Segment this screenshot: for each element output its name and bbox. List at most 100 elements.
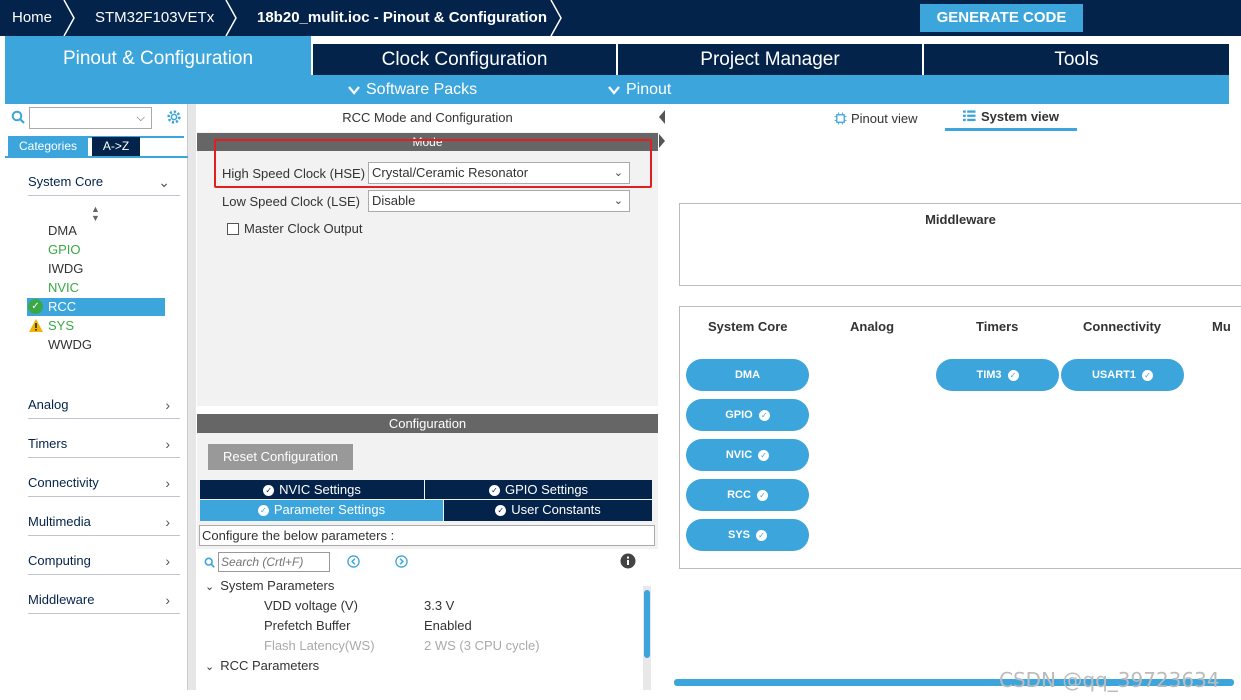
highlight-box [214,139,652,188]
tab-nvic-settings[interactable]: ✓ NVIC Settings [200,480,424,499]
left-panel-scrollbar[interactable] [188,104,196,690]
list-icon [962,110,976,122]
lse-select[interactable]: Disable ⌄ [368,190,630,212]
peripheral-pill[interactable]: SYS ✓ [686,519,809,551]
collapse-arrows-icon[interactable] [658,104,666,154]
peripheral-item[interactable]: DMA [48,222,77,240]
info-icon[interactable] [620,553,636,569]
search-icon [204,557,215,568]
category-middleware[interactable]: Middleware › [28,587,180,614]
peripheral-label: DMA [48,223,77,238]
lse-label: Low Speed Clock (LSE) [222,194,361,209]
column-truncated: Mu [1212,319,1231,334]
pill-label: RCC [727,489,751,501]
peripheral-pill[interactable]: RCC ✓ [686,479,809,511]
category-label: Middleware [28,592,95,607]
category-analog[interactable]: Analog › [28,392,180,419]
gear-icon[interactable] [165,108,183,126]
previous-icon[interactable] [347,555,360,568]
middleware-box: Middleware [679,203,1241,286]
reset-configuration-button[interactable]: Reset Configuration [208,444,353,470]
category-timers[interactable]: Timers › [28,431,180,458]
pinout-view-tab[interactable]: Pinout view [834,111,917,126]
peripheral-label: SYS [48,318,75,333]
vertical-splitter[interactable] [658,104,666,690]
parameter-name: VDD voltage (V) [264,598,358,613]
tab-label: Parameter Settings [273,502,386,517]
pinout-label: Pinout [626,81,672,98]
mode-panel: RCC Mode and Configuration Mode High Spe… [197,104,658,406]
breadcrumb-file[interactable]: 18b20_mulit.ioc - Pinout & Configuration [257,0,547,36]
mco-checkbox[interactable] [227,223,239,235]
software-packs-menu[interactable]: Software Packs [348,75,477,104]
peripheral-pill[interactable]: TIM3 ✓ [936,359,1059,391]
peripheral-item[interactable]: WWDG [48,336,92,354]
next-icon[interactable] [395,555,408,568]
peripheral-pill[interactable]: DMA [686,359,809,391]
group-system-parameters[interactable]: ⌄ System Parameters [205,578,334,593]
parameter-value[interactable]: Enabled [424,618,472,633]
pill-label: GPIO [725,409,753,421]
parameter-value[interactable]: 3.3 V [424,598,454,613]
tab-gpio-settings[interactable]: ✓ GPIO Settings [425,480,652,499]
category-search-combo[interactable]: ⌵ [29,107,152,129]
peripheral-item[interactable]: GPIO [48,241,81,259]
parameter-scrollbar[interactable] [643,586,651,690]
breadcrumb-separator-icon [225,0,237,36]
peripheral-item[interactable]: NVIC [48,279,79,297]
pill-label: DMA [734,369,761,381]
peripheral-pill[interactable]: USART1 ✓ [1061,359,1184,391]
tab-parameter-settings[interactable]: ✓ Parameter Settings [200,500,443,521]
breadcrumb-home[interactable]: Home [12,0,52,36]
peripheral-item[interactable]: ✓ RCC [28,298,76,316]
group-label: RCC Parameters [220,658,320,673]
tab-pinout-configuration[interactable]: Pinout & Configuration [5,36,311,75]
category-label: Connectivity [28,475,99,490]
category-connectivity[interactable]: Connectivity › [28,470,180,497]
parameter-value[interactable]: 2 WS (3 CPU cycle) [424,638,540,653]
category-multimedia[interactable]: Multimedia › [28,509,180,536]
pinout-menu[interactable]: Pinout [608,75,671,104]
system-view-tab[interactable]: System view [945,109,1077,131]
parameter-name: Prefetch Buffer [264,618,351,633]
search-icon [11,110,25,124]
peripheral-label: IWDG [48,261,84,276]
scrollbar-thumb[interactable] [644,590,650,658]
column-analog: Analog [850,319,895,334]
peripheral-label: WWDG [48,337,93,352]
tab-a-to-z[interactable]: A->Z [92,137,140,156]
peripheral-pill[interactable]: NVIC ✓ [686,439,809,471]
parameter-name: Flash Latency(WS) [264,638,375,653]
peripheral-label: GPIO [48,242,81,257]
configuration-panel: Configuration Reset Configuration ✓ NVIC … [197,414,658,690]
tab-project-manager[interactable]: Project Manager [618,44,922,75]
configuration-header: Configuration [197,414,658,433]
category-label: Multimedia [28,514,91,529]
system-view-panel: Pinout view System view Middleware Syste… [666,104,1241,692]
check-icon: ✓ [756,529,767,541]
sub-toolbar: Software Packs Pinout [5,75,1229,104]
category-system-core[interactable]: System Core ⌄ [28,169,180,196]
tab-user-constants[interactable]: ✓ User Constants [444,500,652,521]
group-rcc-parameters[interactable]: ⌄ RCC Parameters [205,658,319,673]
tab-tools[interactable]: Tools [924,44,1229,75]
parameter-search-input[interactable] [218,552,330,572]
tab-categories[interactable]: Categories [8,137,88,156]
generate-code-button[interactable]: GENERATE CODE [920,4,1083,32]
sort-icon[interactable]: ▲ ▼ [91,205,100,223]
lse-value: Disable [372,193,416,208]
peripheral-pill[interactable]: GPIO ✓ [686,399,809,431]
tab-clock-configuration[interactable]: Clock Configuration [313,44,616,75]
system-view-label: System view [980,109,1060,124]
category-computing[interactable]: Computing › [28,548,180,575]
check-icon: ✓ [756,489,768,501]
tab-divider [5,156,188,158]
peripheral-item[interactable]: IWDG [48,260,83,278]
breadcrumb-chip[interactable]: STM32F103VETx [95,0,214,36]
check-icon: ✓ [758,409,770,421]
main-tab-bar: Pinout & Configuration Clock Configurati… [0,36,1241,104]
peripheral-item[interactable]: SYS [29,317,75,335]
chevron-right-icon: › [165,475,170,491]
category-panel: ⌵ Categories A->Z System Core ⌄ ▲ ▼ DMA GP… [5,104,188,690]
chevron-right-icon: › [165,514,170,530]
